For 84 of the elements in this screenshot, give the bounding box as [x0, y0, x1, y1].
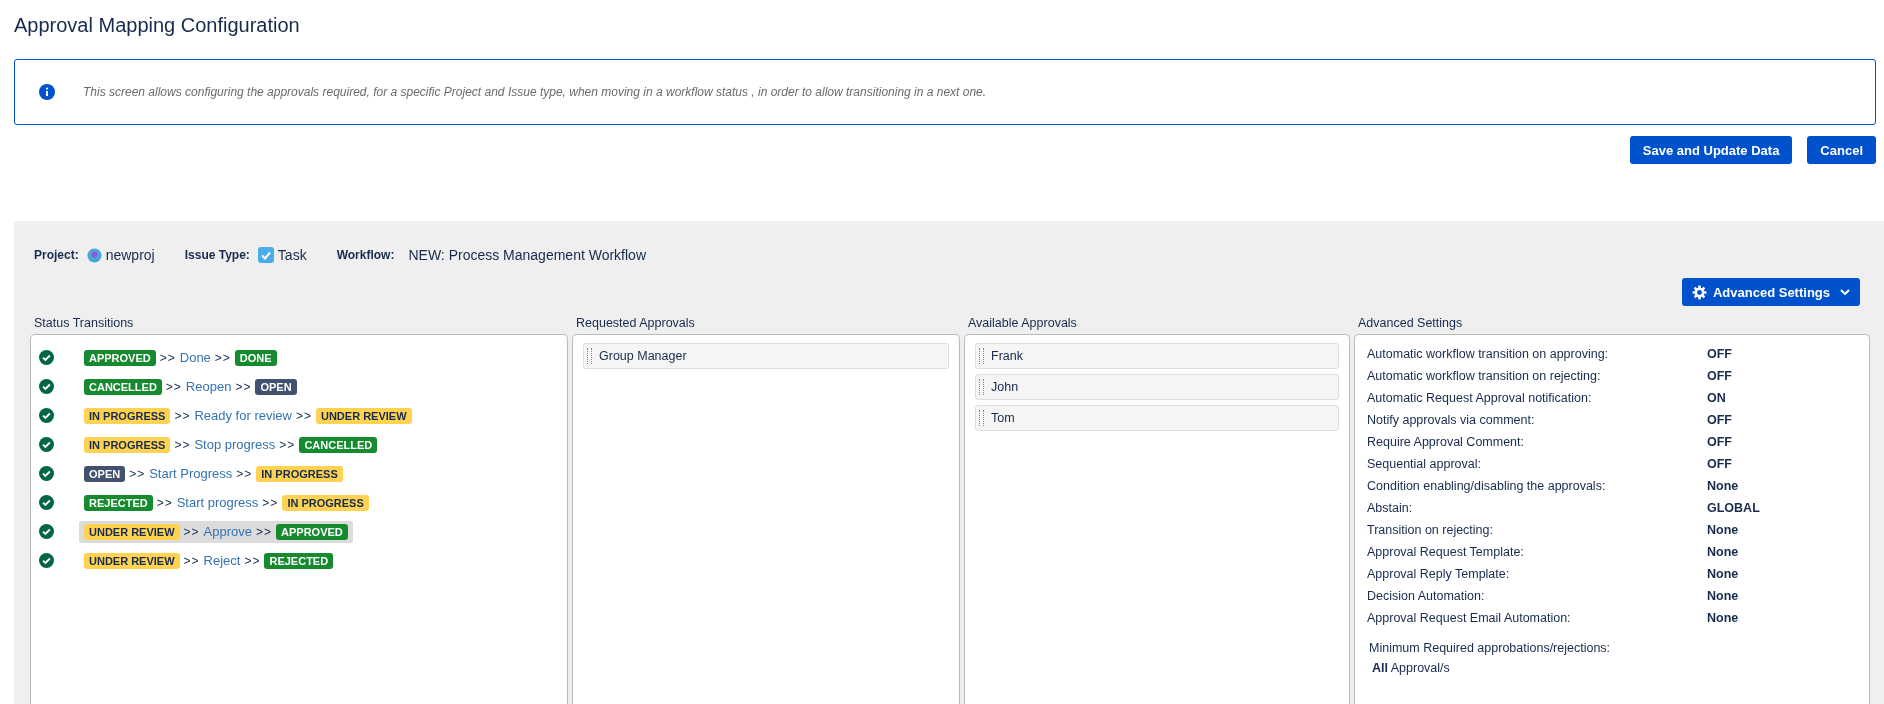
status-lozenge: CANCELLED [84, 378, 162, 395]
task-checkbox-icon [257, 247, 274, 263]
check-circle-icon [39, 437, 54, 452]
setting-value: OFF [1707, 369, 1732, 383]
workflow-name: NEW: Process Management Workflow [408, 247, 646, 263]
check-circle-icon [39, 524, 54, 539]
setting-label: Sequential approval: [1367, 457, 1482, 471]
transition-item[interactable]: CANCELLED >> Reopen >> OPEN [79, 375, 302, 398]
issue-type-name: Task [277, 247, 307, 263]
column-heading: Requested Approvals [575, 316, 696, 332]
setting-value: GLOBAL [1707, 501, 1760, 515]
status-lozenge: UNDER REVIEW [316, 407, 412, 424]
setting-label: Decision Automation: [1367, 589, 1486, 603]
check-circle-icon [39, 408, 54, 423]
chevron-down-icon [1840, 289, 1850, 295]
project-name: newproj [105, 247, 155, 263]
project-label: Project: [34, 248, 79, 262]
status-lozenge: DONE [234, 349, 277, 366]
minimum-label: Minimum Required approbations/rejections: [1369, 641, 1612, 655]
transition-item[interactable]: IN PROGRESS >> Ready for review >> UNDER REVIEW [79, 404, 417, 427]
project-avatar-icon [86, 247, 102, 263]
approver-item[interactable]: John [975, 374, 1339, 400]
cancel-button[interactable]: Cancel [1807, 136, 1876, 164]
setting-label: Approval Request Email Automation: [1367, 611, 1572, 625]
setting-label: Transition on rejecting: [1367, 523, 1494, 537]
setting-label: Automatic workflow transition on rejecting: [1367, 369, 1602, 383]
setting-value: None [1707, 567, 1739, 581]
approver-item[interactable]: Frank [975, 343, 1339, 369]
status-lozenge: APPROVED [84, 349, 156, 366]
setting-label: Condition enabling/disabling the approvals: [1367, 479, 1607, 493]
setting-value: None [1707, 589, 1739, 603]
setting-value: OFF [1707, 347, 1732, 361]
status-lozenge: CANCELLED [299, 436, 378, 453]
setting-value: OFF [1707, 457, 1732, 471]
status-lozenge: OPEN [255, 378, 297, 395]
info-text: This screen allows configuring the approvals required, for a specific Project and Issue type, when moving in a workflow status , in order to allow transitioning in a next one. [83, 85, 987, 99]
column-heading: Available Approvals [967, 316, 1078, 332]
info-icon [39, 84, 55, 100]
check-circle-icon [39, 466, 54, 481]
transition-item[interactable]: APPROVED >> Done >> DONE [79, 346, 282, 369]
settings-icon [1691, 284, 1707, 300]
setting-value: None [1707, 479, 1739, 493]
status-lozenge: IN PROGRESS [256, 465, 343, 482]
setting-value: OFF [1707, 435, 1732, 449]
status-lozenge: REJECTED [84, 494, 153, 511]
check-circle-icon [39, 350, 54, 365]
approver-item[interactable]: Group Manager [583, 343, 949, 369]
check-circle-icon [39, 495, 54, 510]
status-lozenge: UNDER REVIEW [84, 523, 180, 540]
status-lozenge: REJECTED [264, 552, 334, 569]
setting-value: None [1707, 523, 1739, 537]
setting-label: Approval Request Template: [1367, 545, 1525, 559]
status-lozenge: APPROVED [276, 523, 348, 540]
status-lozenge: IN PROGRESS [84, 436, 171, 453]
transition-item[interactable]: UNDER REVIEW >> Approve >> APPROVED [79, 520, 353, 543]
status-lozenge: IN PROGRESS [84, 407, 171, 424]
approver-item[interactable]: Tom [975, 405, 1339, 431]
setting-label: Require Approval Comment: [1367, 435, 1526, 449]
page-title: Approval Mapping Configuration [14, 13, 301, 38]
column-heading: Advanced Settings [1357, 316, 1464, 332]
advanced-settings-button[interactable]: Advanced Settings [1681, 278, 1860, 306]
transition-item[interactable]: OPEN >> Start Progress >> IN PROGRESS [79, 462, 348, 485]
status-lozenge: OPEN [84, 465, 126, 482]
setting-label: Approval Reply Template: [1367, 567, 1511, 581]
transition-item[interactable]: IN PROGRESS >> Stop progress >> CANCELLED [79, 433, 383, 456]
column-heading: Status Transitions [33, 316, 135, 332]
workflow-label: Workflow: [336, 248, 395, 262]
setting-label: Abstain: [1367, 501, 1414, 515]
status-lozenge: UNDER REVIEW [84, 552, 180, 569]
setting-label: Notify approvals via comment: [1367, 413, 1536, 427]
issue-type-label: Issue Type: [184, 248, 250, 262]
status-lozenge: IN PROGRESS [282, 494, 369, 511]
transition-item[interactable]: UNDER REVIEW >> Reject >> REJECTED [79, 549, 339, 572]
check-circle-icon [39, 553, 54, 568]
check-circle-icon [39, 379, 54, 394]
minimum-value: All Approval/s [1372, 661, 1451, 675]
transition-item[interactable]: REJECTED >> Start progress >> IN PROGRESS [79, 491, 374, 514]
setting-value: OFF [1707, 413, 1732, 427]
setting-value: None [1707, 611, 1739, 625]
setting-value: ON [1707, 391, 1726, 405]
setting-label: Automatic Request Approval notification: [1367, 391, 1593, 405]
setting-label: Automatic workflow transition on approving: [1367, 347, 1610, 361]
save-button[interactable]: Save and Update Data [1629, 136, 1793, 164]
setting-value: None [1707, 545, 1739, 559]
